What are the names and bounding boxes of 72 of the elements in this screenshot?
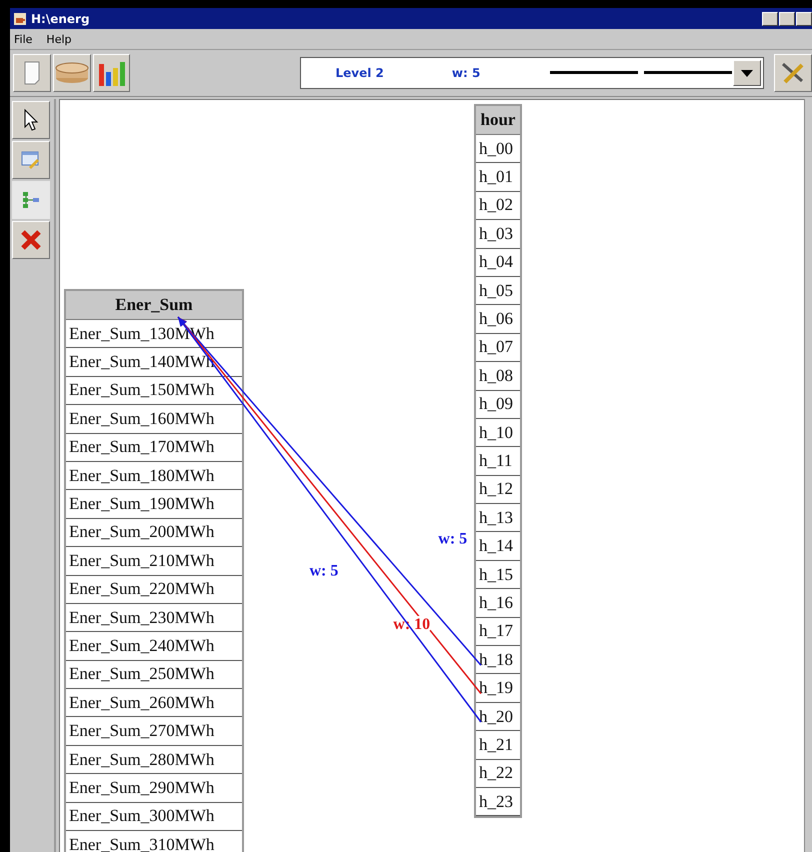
table-header: hour [476, 106, 520, 135]
weight-label: w: 5 [310, 562, 338, 580]
close-button[interactable] [796, 12, 812, 26]
table-row: Ener_Sum_250MWh [66, 660, 242, 690]
table-row: h_23 [476, 788, 520, 816]
menu-item[interactable]: File [14, 32, 32, 46]
caret-icon [741, 70, 754, 76]
table-row: h_16 [476, 589, 520, 618]
edit-window-icon [21, 151, 41, 169]
table-row: Ener_Sum_290MWh [66, 774, 242, 803]
table-row: h_13 [476, 504, 520, 532]
page-icon [24, 61, 40, 85]
table-row: h_20 [476, 702, 520, 732]
dropdown-button[interactable] [733, 60, 762, 86]
table-row: h_08 [476, 362, 520, 391]
table-row: h_09 [476, 390, 520, 419]
table-row: h_00 [476, 135, 520, 164]
table-row: Ener_Sum_180MWh [66, 462, 242, 490]
weight-label: w: 5 [438, 530, 468, 548]
table-row: Ener_Sum_300MWh [66, 802, 242, 832]
database-button[interactable] [52, 54, 91, 92]
table-node[interactable] [64, 289, 244, 852]
new-document-button[interactable] [13, 54, 51, 92]
pointer-icon [23, 108, 39, 132]
tools-button[interactable] [774, 54, 812, 92]
table-row: h_18 [476, 646, 520, 674]
weight-label: w: 5 [452, 66, 480, 80]
table-row: Ener_Sum_260MWh [66, 689, 242, 718]
menu-item[interactable]: Help [46, 32, 72, 46]
table-row: h_05 [476, 276, 520, 306]
table-row: h_19 [476, 674, 520, 703]
table-row: h_21 [476, 731, 520, 760]
table-row: h_04 [476, 248, 520, 277]
table-row: h_10 [476, 418, 520, 448]
table-row: h_15 [476, 560, 520, 590]
table-row: h_07 [476, 334, 520, 362]
table-row: h_17 [476, 618, 520, 646]
table-row: h_22 [476, 760, 520, 788]
table-row: Ener_Sum_160MWh [66, 405, 242, 434]
table-row: Ener_Sum_230MWh [66, 604, 242, 632]
tree-icon [22, 191, 40, 209]
wrench-screwdriver-icon [780, 61, 806, 85]
table-row: h_01 [476, 163, 520, 192]
table-row: h_14 [476, 532, 520, 561]
minimize-button[interactable] [762, 12, 778, 26]
table-row: Ener_Sum_270MWh [66, 717, 242, 746]
window-title: H:\energ [31, 12, 91, 26]
table-row: h_03 [476, 220, 520, 249]
table-row: Ener_Sum_190MWh [66, 490, 242, 519]
table-row: Ener_Sum_170MWh [66, 434, 242, 462]
maximize-button[interactable] [779, 12, 795, 26]
table-node[interactable]: hour h_00 h_01 h_02 h_03 h_04 h_05 h_06 h_07 h_08 h_09 h_10 h_11 h_12 h_13 h_14 h_15 h_16 h_17 h_18 h_19 h_20 h_21 h_22 h_23 [474, 104, 522, 818]
level-label: Level 2 [335, 66, 384, 80]
line-sample-icon [550, 71, 732, 75]
level-dropdown[interactable]: Level 2 w: 5 [300, 57, 764, 89]
table-row: h_11 [476, 447, 520, 476]
coffee-cup-icon [13, 12, 27, 26]
table-row: h_06 [476, 305, 520, 334]
table-row: Ener_Sum_150MWh [66, 376, 242, 406]
table-row: Ener_Sum_280MWh [66, 746, 242, 774]
table-row: Ener_Sum_310MWh [66, 831, 242, 852]
table-row: Ener_Sum_220MWh [66, 576, 242, 604]
table-row: h_12 [476, 476, 520, 504]
bar-chart-icon [96, 60, 127, 86]
table-row: h_02 [476, 192, 520, 220]
table-row: Ener_Sum_210MWh [66, 547, 242, 576]
table-row: Ener_Sum_240MWh [66, 632, 242, 661]
database-icon [54, 62, 89, 84]
chart-button[interactable] [92, 54, 130, 92]
table-header: Ener_Sum [66, 291, 242, 320]
delete-icon [20, 229, 42, 251]
table-row: Ener_Sum_200MWh [66, 518, 242, 548]
